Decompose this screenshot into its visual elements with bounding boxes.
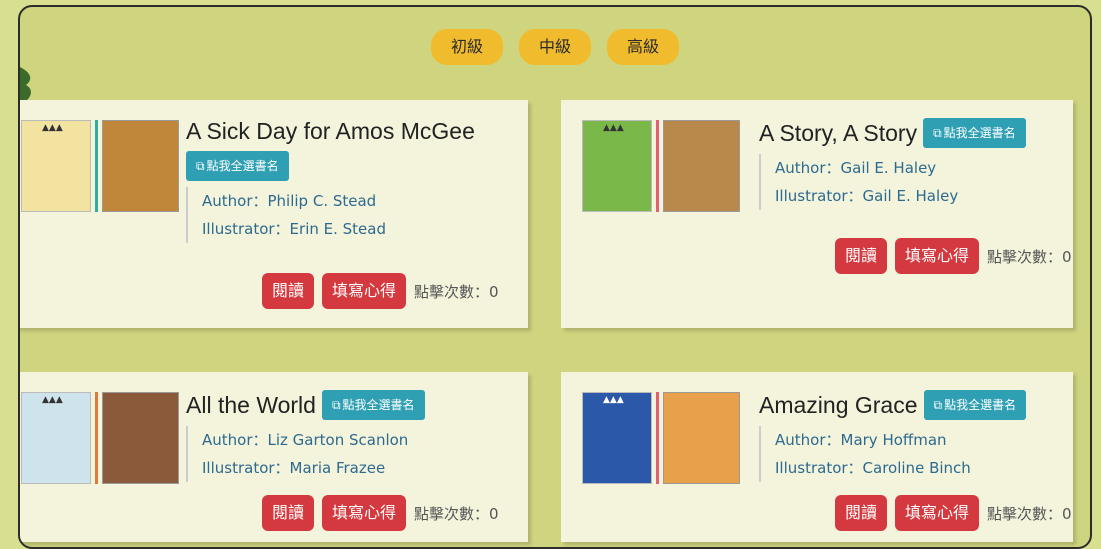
reader-cover[interactable]: [663, 392, 740, 484]
read-button[interactable]: 閱讀: [835, 238, 888, 274]
book-title: Amazing Grace: [759, 391, 918, 418]
book-title: All the World: [186, 391, 316, 418]
select-title-button[interactable]: ⧉ 點我全選書名: [186, 151, 289, 181]
click-count: 點擊次數：0: [987, 503, 1072, 524]
reader-cover[interactable]: [102, 392, 179, 484]
book-author: Author：Philip C. Stead: [202, 192, 377, 210]
write-review-button[interactable]: 填寫心得: [895, 495, 980, 531]
copy-icon: ⧉: [933, 126, 942, 140]
book-author: Author：Mary Hoffman: [775, 431, 947, 449]
book-cover[interactable]: ▲▲▲: [21, 392, 91, 484]
select-title-label: 點我全選書名: [943, 126, 1016, 140]
logo-icon: ▲▲▲: [603, 123, 624, 133]
read-button[interactable]: 閱讀: [262, 495, 315, 531]
reader-cover[interactable]: [102, 120, 179, 212]
book-cover[interactable]: ▲▲▲: [21, 120, 91, 212]
book-illustrator: Illustrator：Caroline Binch: [775, 459, 971, 477]
click-count-label: 點擊次數：: [414, 504, 490, 523]
book-author: Author：Gail E. Haley: [775, 159, 937, 177]
level-beginner-button[interactable]: 初級: [430, 29, 503, 65]
book-illustrator: Illustrator：Gail E. Haley: [775, 187, 959, 205]
book-illustrator: Illustrator：Erin E. Stead: [202, 220, 386, 238]
click-count-value: 0: [489, 504, 499, 523]
click-count-value: 0: [489, 282, 499, 301]
book-thumbnails: ▲▲▲: [21, 120, 179, 212]
select-title-label: 點我全選書名: [342, 398, 415, 412]
book-actions: 閱讀 填寫心得 點擊次數：0: [262, 273, 1072, 309]
level-intermediate-button[interactable]: 中級: [518, 29, 591, 65]
book-cover[interactable]: ▲▲▲: [582, 120, 652, 212]
book-thumbnails: ▲▲▲: [582, 392, 740, 484]
logo-icon: ▲▲▲: [42, 123, 63, 133]
click-count: 點擊次數：0: [414, 503, 499, 524]
click-count: 點擊次數：0: [414, 281, 499, 302]
cover-separator: [656, 392, 659, 484]
click-count: 點擊次數：0: [987, 246, 1072, 267]
book-thumbnails: ▲▲▲: [21, 392, 179, 484]
level-selector: 初級 中級 高級: [20, 29, 1090, 65]
cover-separator: [656, 120, 659, 212]
select-title-label: 點我全選書名: [206, 159, 279, 173]
level-advanced-button[interactable]: 高級: [607, 29, 680, 65]
copy-icon: ⧉: [196, 159, 205, 173]
write-review-button[interactable]: 填寫心得: [322, 273, 407, 309]
copy-icon: ⧉: [933, 398, 943, 412]
book-cover[interactable]: ▲▲▲: [582, 392, 652, 484]
logo-icon: ▲▲▲: [603, 395, 624, 405]
click-count-value: 0: [1062, 247, 1072, 266]
copy-icon: ⧉: [331, 398, 341, 412]
read-button[interactable]: 閱讀: [262, 273, 315, 309]
logo-icon: ▲▲▲: [42, 395, 63, 405]
cover-separator: [95, 392, 98, 484]
select-title-label: 點我全選書名: [944, 398, 1017, 412]
book-actions: 閱讀 填寫心得 點擊次數：0: [835, 495, 1072, 531]
write-review-button[interactable]: 填寫心得: [322, 495, 407, 531]
click-count-label: 點擊次數：: [987, 504, 1063, 523]
click-count-value: 0: [1062, 504, 1072, 523]
book-actions: 閱讀 填寫心得 點擊次數：0: [835, 238, 1072, 274]
book-author: Author：Liz Garton Scanlon: [202, 431, 409, 449]
select-title-button[interactable]: ⧉ 點我全選書名: [923, 390, 1027, 420]
select-title-button[interactable]: ⧉ 點我全選書名: [321, 390, 425, 420]
book-illustrator: Illustrator：Maria Frazee: [202, 459, 386, 477]
book-thumbnails: ▲▲▲: [582, 120, 740, 212]
click-count-label: 點擊次數：: [414, 282, 490, 301]
select-title-button[interactable]: ⧉ 點我全選書名: [923, 118, 1026, 148]
main-panel: 初級 中級 高級 ▲▲▲ A Sick Day for Amos McGee ⧉…: [18, 5, 1092, 549]
reader-cover[interactable]: [663, 120, 740, 212]
book-title: A Story, A Story: [759, 119, 918, 146]
click-count-label: 點擊次數：: [987, 247, 1063, 266]
book-title: A Sick Day for Amos McGee: [186, 118, 475, 144]
cover-separator: [95, 120, 98, 212]
read-button[interactable]: 閱讀: [835, 495, 888, 531]
write-review-button[interactable]: 填寫心得: [895, 238, 980, 274]
